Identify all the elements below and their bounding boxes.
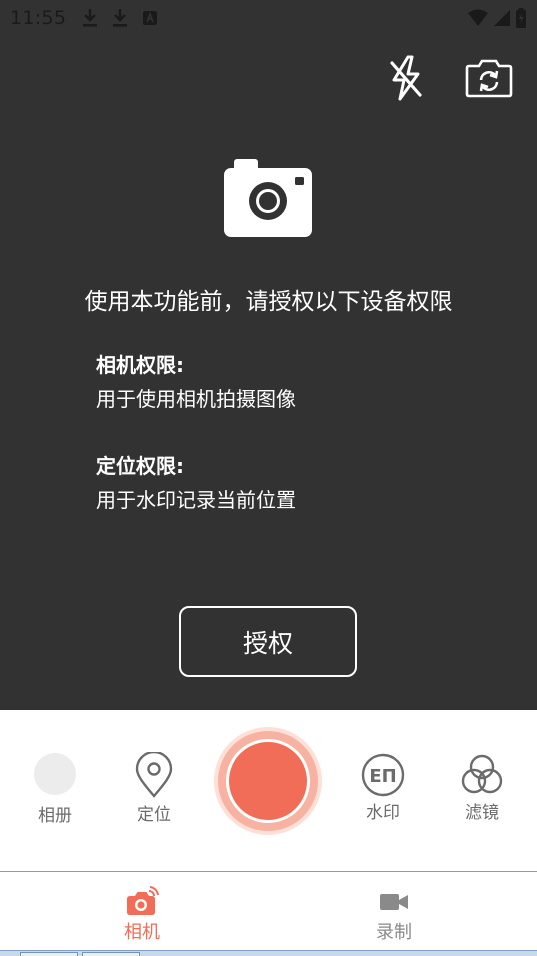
download-icon: [83, 9, 98, 27]
location-permission-heading: 定位权限:: [96, 454, 184, 478]
permission-title: 使用本功能前，请授权以下设备权限: [84, 289, 453, 315]
location-permission-description: 用于水印记录当前位置: [96, 488, 296, 512]
watermark-button[interactable]: EП 水印: [343, 710, 423, 823]
filter-label: 滤镜: [465, 803, 499, 823]
video-camera-icon: [380, 894, 408, 910]
switch-camera-icon: [465, 59, 513, 98]
status-indicators: [467, 8, 527, 28]
grant-permission-button[interactable]: 授权: [179, 606, 357, 677]
bottom-tab-bar: 相机 录制: [0, 871, 537, 950]
location-label: 定位: [137, 805, 171, 825]
status-bar: 11:55: [0, 0, 537, 36]
battery-charging-icon: [516, 8, 526, 28]
tab-record-label: 录制: [376, 922, 412, 943]
flash-toggle-button[interactable]: [384, 54, 428, 102]
camera-permission-screen: 11:55 使用本功能前，请授权以下设备权限 相机权限: 用于使用相机拍摄图像 …: [0, 0, 537, 956]
camera-icon: [224, 159, 312, 237]
cellular-signal-icon: [494, 10, 510, 26]
filter-button[interactable]: 滤镜: [442, 710, 522, 823]
app-notification-icon: [143, 11, 158, 25]
watermark-icon: EП: [361, 753, 405, 797]
tab-camera-label: 相机: [124, 922, 160, 943]
taskbar-strip: [0, 950, 537, 956]
notification-icons: [82, 8, 158, 28]
camera-permission-item: 相机权限: 用于使用相机拍摄图像: [96, 350, 296, 414]
camera-permission-heading: 相机权限:: [96, 353, 184, 377]
status-time: 11:55: [10, 7, 67, 29]
album-label: 相册: [38, 806, 72, 826]
camera-permission-description: 用于使用相机拍摄图像: [96, 387, 296, 411]
shutter-button[interactable]: [214, 727, 322, 835]
taskbar-item[interactable]: [20, 952, 78, 956]
location-button[interactable]: 定位: [114, 710, 194, 825]
location-permission-item: 定位权限: 用于水印记录当前位置: [96, 451, 296, 515]
tab-camera[interactable]: 相机: [72, 872, 212, 944]
camera-controls: 相册 定位 EП 水印 滤镜: [0, 710, 537, 871]
download-icon: [113, 9, 128, 27]
tab-record[interactable]: 录制: [324, 872, 464, 944]
watermark-label: 水印: [366, 803, 400, 823]
location-pin-icon: [135, 752, 173, 798]
shutter-core: [226, 739, 310, 823]
flash-off-icon: [390, 55, 422, 101]
filter-icon: [461, 754, 503, 794]
wifi-icon: [468, 9, 488, 26]
album-button[interactable]: 相册: [15, 710, 95, 826]
switch-camera-button[interactable]: [464, 57, 514, 99]
camera-tab-icon: [127, 886, 159, 915]
album-thumbnail: [34, 753, 76, 795]
taskbar-item[interactable]: [82, 952, 140, 956]
shutter-ring: [218, 731, 318, 831]
watermark-glyph: EП: [369, 766, 396, 787]
